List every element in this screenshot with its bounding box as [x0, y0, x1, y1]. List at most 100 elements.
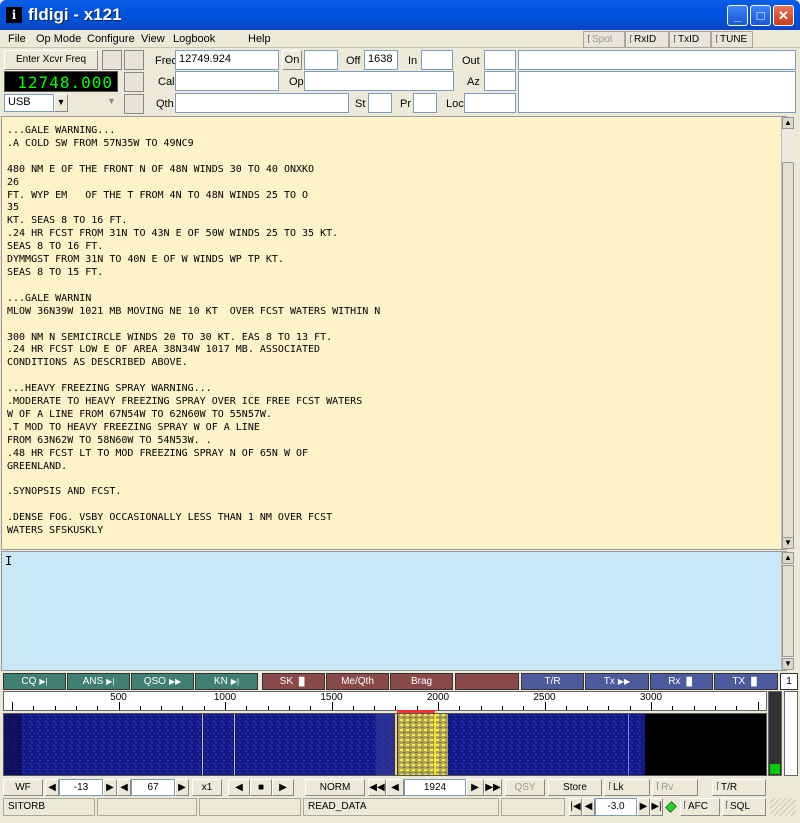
log-save-icon[interactable]: [124, 94, 144, 114]
reverse-toggle[interactable]: Rv: [652, 779, 698, 796]
macro-button-10[interactable]: Tx ▶▶: [585, 673, 649, 690]
step-reverse-icon[interactable]: ◀: [386, 779, 404, 796]
menu-logbook[interactable]: Logbook: [173, 33, 215, 45]
menu-opmode[interactable]: Op Mode: [36, 33, 81, 45]
dropdown-arrow-icon[interactable]: ▼: [107, 96, 116, 106]
macro-button-12[interactable]: TX ▐▌: [714, 673, 778, 690]
rx-scroll-thumb[interactable]: [782, 162, 794, 542]
call-field[interactable]: [175, 71, 279, 91]
menu-view[interactable]: View: [141, 33, 165, 45]
squelch-value-field[interactable]: -3.0: [595, 798, 637, 816]
wf-range-down-icon[interactable]: ◀: [117, 779, 131, 796]
tx-scroll-thumb[interactable]: [782, 565, 794, 657]
op-field[interactable]: [304, 71, 454, 91]
wf-level-down-icon[interactable]: ◀: [45, 779, 59, 796]
rxid-toggle[interactable]: RxID: [625, 31, 669, 48]
wf-range-field[interactable]: 67: [131, 779, 175, 796]
az-field[interactable]: [484, 71, 516, 91]
macro-glyph-icon: ▐▌: [683, 677, 695, 686]
notes-field[interactable]: [518, 50, 796, 70]
squelch-fast-up-icon[interactable]: ▶|: [650, 798, 663, 816]
macro-button-4[interactable]: KN ▶|: [195, 673, 258, 690]
comments-field[interactable]: [518, 71, 796, 113]
sql-label: SQL: [730, 801, 751, 812]
on-field[interactable]: [304, 50, 338, 70]
on-button[interactable]: On: [282, 50, 302, 70]
macro-button-7[interactable]: Brag: [390, 673, 453, 690]
freq-field[interactable]: 12749.924: [175, 50, 279, 70]
tx-scrollbar[interactable]: ▲ ▼: [781, 552, 795, 670]
loc-field[interactable]: [464, 93, 516, 113]
enter-xcvr-freq-button[interactable]: Enter Xcvr Freq: [4, 50, 98, 70]
menu-file[interactable]: File: [8, 33, 26, 45]
resize-grip-icon[interactable]: [770, 798, 796, 816]
checkbox-icon: [726, 801, 728, 809]
qsy-button[interactable]: QSY: [505, 779, 545, 796]
fast-forward-icon[interactable]: ▶▶: [484, 779, 502, 796]
sql-toggle[interactable]: SQL: [722, 798, 766, 816]
macro-set-button[interactable]: 1: [780, 673, 798, 690]
macro-button-6[interactable]: Me/Qth: [326, 673, 389, 690]
txid-toggle[interactable]: TxID: [669, 31, 711, 48]
memory-icon[interactable]: [102, 50, 122, 70]
wf-range-up-icon[interactable]: ▶: [175, 779, 189, 796]
afc-toggle[interactable]: AFC: [680, 798, 720, 816]
frequency-scale[interactable]: 500 1000 1500 2000 2500 3000: [3, 691, 767, 711]
mode-select[interactable]: USB: [4, 94, 54, 112]
carrier-frequency-field[interactable]: 1924: [404, 779, 466, 796]
step-forward-icon[interactable]: ▶: [466, 779, 484, 796]
macro-button-1[interactable]: CQ ▶|: [3, 673, 66, 690]
squelch-down-icon[interactable]: ◀: [582, 798, 595, 816]
rx-scrollbar[interactable]: ▲ ▼: [781, 117, 795, 549]
fast-reverse-icon[interactable]: ◀◀: [368, 779, 386, 796]
qth-field[interactable]: [175, 93, 349, 113]
pr-field[interactable]: [413, 93, 437, 113]
scroll-right-icon[interactable]: ▶: [272, 779, 294, 796]
smeter-icon[interactable]: [124, 50, 144, 70]
scale-tick: [438, 702, 439, 710]
scroll-down-icon[interactable]: ▼: [782, 658, 794, 670]
scroll-up-icon[interactable]: ▲: [782, 117, 794, 129]
tr-toggle[interactable]: T/R: [712, 779, 766, 796]
scroll-left-icon[interactable]: ◀: [228, 779, 250, 796]
xcvr-frequency-display[interactable]: 12748.000: [4, 71, 118, 92]
menu-help[interactable]: Help: [248, 33, 271, 45]
squelch-up-icon[interactable]: ▶: [637, 798, 650, 816]
scroll-up-icon[interactable]: ▲: [782, 552, 794, 564]
minimize-button[interactable]: _: [727, 5, 748, 26]
off-field[interactable]: 1638: [364, 50, 398, 70]
maximize-button[interactable]: □: [750, 5, 771, 26]
status-state: READ_DATA: [303, 798, 499, 816]
waterfall-signal: [398, 714, 448, 775]
squelch-fast-down-icon[interactable]: |◀: [569, 798, 582, 816]
in-field[interactable]: [421, 50, 453, 70]
stop-icon[interactable]: ■: [250, 779, 272, 796]
transmit-text-pane[interactable]: [1, 551, 787, 671]
broom-icon[interactable]: [124, 72, 144, 92]
macro-button-3[interactable]: QSO ▶▶: [131, 673, 194, 690]
st-field[interactable]: [368, 93, 392, 113]
wf-level-field[interactable]: -13: [59, 779, 103, 796]
store-button[interactable]: Store: [548, 779, 602, 796]
out-field[interactable]: [484, 50, 516, 70]
scroll-down-icon[interactable]: ▼: [782, 537, 794, 549]
wf-level-up-icon[interactable]: ▶: [103, 779, 117, 796]
macro-button-2[interactable]: ANS ▶|: [67, 673, 130, 690]
squelch-slider[interactable]: [784, 691, 798, 776]
spot-toggle[interactable]: Spot: [583, 31, 625, 48]
tune-toggle[interactable]: TUNE: [711, 31, 753, 48]
macro-button-11[interactable]: Rx ▐▌: [650, 673, 713, 690]
norm-button[interactable]: NORM: [305, 779, 365, 796]
close-button[interactable]: ✕: [773, 5, 794, 26]
waterfall-display[interactable]: [3, 713, 767, 776]
lock-toggle[interactable]: Lk: [604, 779, 650, 796]
macro-button-9[interactable]: T/R: [521, 673, 584, 690]
wf-mode-button[interactable]: WF: [3, 779, 43, 796]
title-bar[interactable]: i fldigi - x121 _ □ ✕: [0, 0, 800, 30]
macro-button-8[interactable]: [455, 673, 519, 690]
zoom-button[interactable]: x1: [192, 779, 222, 796]
receive-text-pane[interactable]: ...GALE WARNING... .A COLD SW FROM 57N35…: [1, 116, 787, 550]
mode-dropdown-arrow-icon[interactable]: ▼: [54, 94, 68, 112]
menu-configure[interactable]: Configure: [87, 33, 135, 45]
macro-button-5[interactable]: SK ▐▌: [262, 673, 325, 690]
